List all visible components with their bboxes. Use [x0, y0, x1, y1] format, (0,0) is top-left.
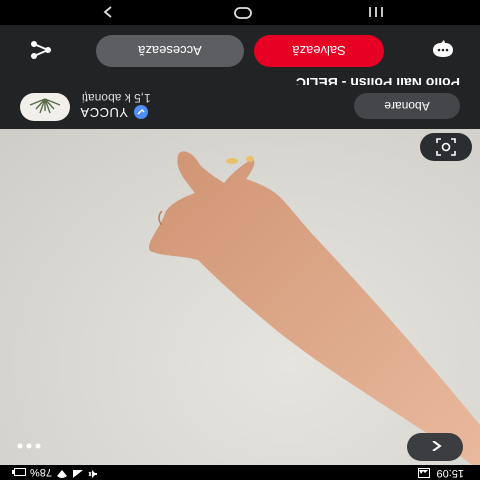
pin-title: Polio Nail Polish - BELIC [20, 69, 460, 85]
app-root: 15:09 78% YUCCA 1,5 k abonați Abonare Po… [0, 0, 480, 480]
back-nav-button[interactable] [98, 5, 118, 19]
pin-title-text: Polio Nail Polish - BELIC [295, 75, 460, 85]
profile-name-label: YUCCA [80, 105, 129, 120]
arm-illustration [148, 151, 480, 465]
follow-button[interactable]: Abonare [354, 93, 460, 119]
system-nav-bar [0, 0, 480, 25]
chevron-left-icon [432, 441, 442, 451]
battery-icon [14, 468, 26, 477]
save-button[interactable]: Salvează [254, 35, 384, 67]
avatar[interactable] [20, 93, 70, 121]
profile-name[interactable]: YUCCA [80, 105, 149, 120]
mute-icon [88, 466, 98, 479]
back-button[interactable] [407, 433, 463, 461]
more-options-button[interactable] [16, 437, 42, 455]
visual-search-button[interactable] [420, 133, 472, 161]
status-time: 15:09 [436, 467, 464, 479]
pin-info-panel: YUCCA 1,5 k abonați Abonare Polio Nail P… [0, 25, 480, 129]
verified-badge-icon [134, 105, 149, 120]
recents-icon [369, 7, 383, 17]
signal-icon [72, 466, 84, 479]
follower-count: 1,5 k abonați [82, 91, 151, 105]
recents-nav-button[interactable] [364, 5, 388, 19]
visit-button[interactable]: Accesează [96, 35, 244, 67]
status-right-icons: 78% [14, 466, 98, 479]
image-icon [416, 468, 430, 478]
home-nav-button[interactable] [232, 6, 254, 20]
more-dots-icon [17, 443, 41, 449]
status-bar: 15:09 78% [0, 465, 480, 480]
yucca-logo-icon [29, 98, 61, 114]
comment-bubble-icon [433, 40, 453, 57]
back-chevron-icon [103, 6, 112, 18]
share-icon [31, 41, 51, 59]
pin-image[interactable] [0, 129, 480, 465]
home-icon [234, 7, 252, 19]
battery-percent: 78% [30, 466, 53, 479]
lens-icon [436, 138, 456, 156]
share-button[interactable] [24, 34, 58, 66]
wifi-icon [56, 466, 68, 479]
comment-button[interactable] [426, 34, 460, 66]
